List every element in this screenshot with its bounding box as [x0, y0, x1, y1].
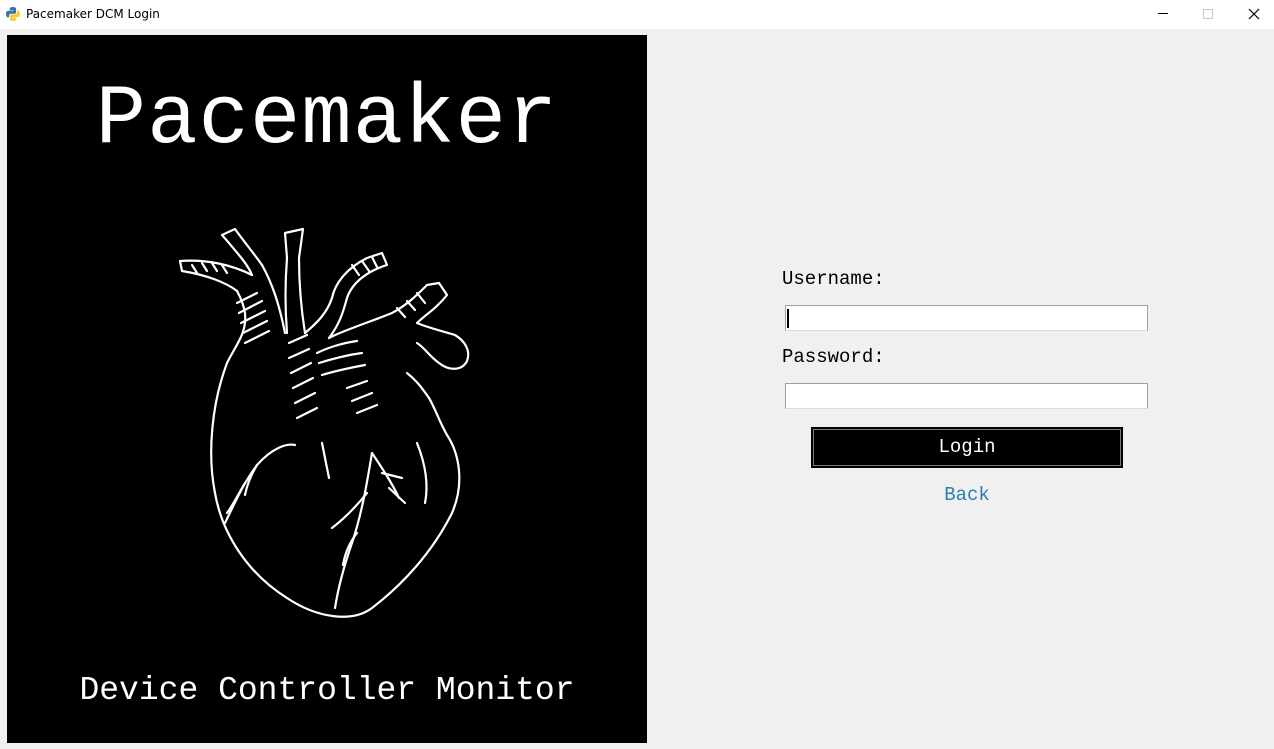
username-label: Username:	[782, 268, 885, 290]
maximize-button[interactable]	[1185, 0, 1231, 29]
pacemaker-logo-image: Pacemaker Device Controller Monitor	[7, 35, 647, 743]
minimize-button[interactable]	[1140, 0, 1186, 29]
username-input[interactable]	[785, 305, 1148, 331]
close-icon	[1248, 8, 1260, 20]
password-input[interactable]	[785, 383, 1148, 409]
python-app-icon	[6, 7, 20, 21]
title-bar[interactable]: Pacemaker DCM Login	[0, 0, 1274, 29]
logo-subtitle: Device Controller Monitor	[79, 672, 575, 709]
minimize-icon	[1158, 13, 1168, 14]
text-cursor	[787, 309, 789, 328]
maximize-icon	[1203, 9, 1213, 19]
login-window: Pacemaker DCM Login Pacemaker Device Con…	[0, 0, 1274, 749]
login-button[interactable]: Login	[811, 427, 1123, 468]
heart-illustration-icon	[178, 227, 470, 618]
logo-title: Pacemaker	[95, 73, 559, 168]
close-button[interactable]	[1231, 0, 1274, 29]
back-link[interactable]: Back	[911, 484, 1023, 506]
window-title: Pacemaker DCM Login	[26, 7, 160, 21]
password-label: Password:	[782, 346, 885, 368]
